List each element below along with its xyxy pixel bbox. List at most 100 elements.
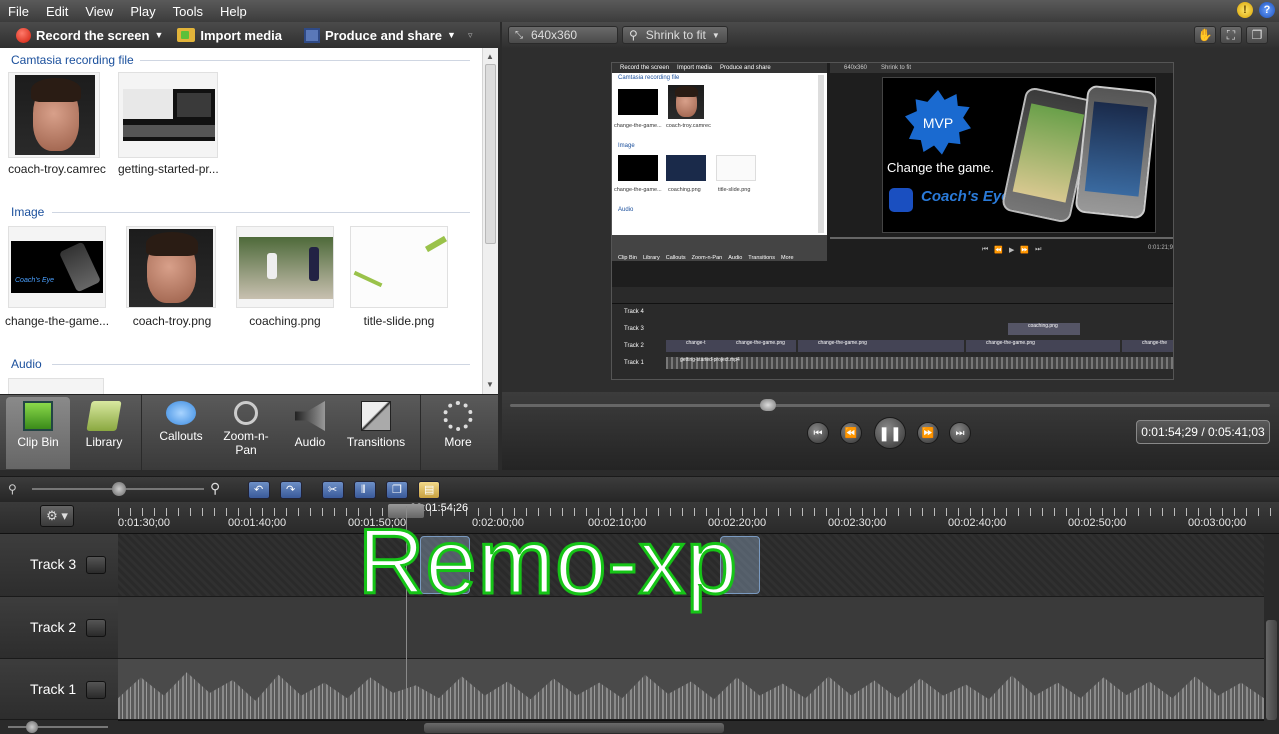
film-icon xyxy=(23,401,53,431)
fast-forward-icon: ⏩ xyxy=(921,427,935,439)
clip-thumbnail[interactable] xyxy=(350,226,448,308)
detach-button[interactable]: ❐ xyxy=(1246,26,1268,44)
clip-bin-scrollbar[interactable]: ▲ ▼ xyxy=(482,48,498,394)
scroll-down-icon[interactable]: ▼ xyxy=(486,380,494,389)
scrub-handle[interactable] xyxy=(760,399,776,411)
undo-button[interactable]: ↶ xyxy=(248,481,270,499)
vscroll-thumb[interactable] xyxy=(1266,620,1277,720)
track-header-1[interactable]: Track 1 xyxy=(0,659,118,720)
menu-view[interactable]: View xyxy=(77,4,122,19)
fullscreen-icon: ⛶ xyxy=(1226,27,1236,42)
track-lane-1[interactable] xyxy=(118,659,1264,720)
timeline-settings-button[interactable]: ⚙ ▾ xyxy=(40,505,74,527)
hscroll-thumb[interactable] xyxy=(424,723,724,733)
track-height-handle[interactable] xyxy=(26,721,38,733)
cut-button[interactable]: ✂ xyxy=(322,481,344,499)
pause-button[interactable]: ❚❚ xyxy=(874,417,906,449)
record-label: Record the screen xyxy=(36,27,150,43)
nested-timeline: Track 4 Track 3 Track 2 Track 1 coaching… xyxy=(612,287,1173,379)
timeline-toolbar: ⚲ ⚲ ↶ ↷ ✂ ⫴ ❐ ▤ xyxy=(0,476,1279,502)
zoom-out-icon[interactable]: ⚲ xyxy=(8,482,17,496)
rewind-button[interactable]: ⏪ xyxy=(840,422,862,444)
mvp-badge: MVP xyxy=(905,90,971,155)
promo-image: Coach's Eye xyxy=(11,241,103,293)
scrub-bar[interactable] xyxy=(510,404,1270,407)
track-header-2[interactable]: Track 2 xyxy=(0,597,118,659)
ruler-tick: 00:02:40;00 xyxy=(948,517,1007,529)
toolbar-overflow-icon[interactable]: ▿ xyxy=(468,30,473,41)
clip-thumbnail[interactable] xyxy=(118,72,218,158)
resize-icon: ⤡ xyxy=(515,29,523,41)
copy-button[interactable]: ❐ xyxy=(386,481,408,499)
menu-edit[interactable]: Edit xyxy=(38,4,77,19)
clip-label: change-the-game... xyxy=(4,314,110,328)
main-toolbar: Record the screen ▼ Import media Produce… xyxy=(0,22,500,48)
jump-start-button[interactable]: ⏮ xyxy=(807,422,829,444)
clip-thumbnail[interactable] xyxy=(126,226,216,308)
timeline-hscroll[interactable] xyxy=(118,720,1264,734)
app-icon xyxy=(889,188,913,212)
tab-callouts[interactable]: Callouts xyxy=(148,397,214,469)
tab-label: Audio xyxy=(294,435,326,449)
timeline-vscroll[interactable] xyxy=(1264,534,1279,734)
audio-waveform xyxy=(118,672,1264,719)
nested-produce-label: Produce and share xyxy=(720,65,771,71)
preview-canvas[interactable]: Record the screen Import media Produce a… xyxy=(502,48,1279,392)
lock-icon[interactable] xyxy=(86,619,106,637)
tab-more[interactable]: More xyxy=(426,397,490,469)
tab-transitions[interactable]: Transitions xyxy=(340,397,412,469)
menu-help[interactable]: Help xyxy=(212,4,256,19)
tab-audio[interactable]: Audio xyxy=(280,397,340,469)
nested-section-title: Audio xyxy=(618,207,634,213)
tab-zoom-n-pan[interactable]: Zoom-n-Pan xyxy=(214,397,278,469)
tab-label: Library xyxy=(85,435,123,449)
menu-file[interactable]: File xyxy=(0,4,38,19)
section-title-recording: Camtasia recording file xyxy=(11,53,134,67)
jump-end-button[interactable]: ⏭ xyxy=(949,422,971,444)
clip-bin-panel: Camtasia recording file coach-troy.camre… xyxy=(0,48,498,394)
track-header-3[interactable]: Track 3 xyxy=(0,534,118,597)
menu-play[interactable]: Play xyxy=(122,4,164,19)
scroll-thumb[interactable] xyxy=(485,64,496,244)
track-label: Track 2 xyxy=(30,619,77,635)
lightbulb-icon[interactable]: ! xyxy=(1237,2,1253,18)
paste-button[interactable]: ▤ xyxy=(418,481,440,499)
slogan-text: Change the game. xyxy=(887,160,994,175)
fullscreen-button[interactable]: ⛶ xyxy=(1220,26,1242,44)
pause-icon: ❚❚ xyxy=(878,424,902,441)
face-image xyxy=(129,229,213,307)
help-icon[interactable]: ? xyxy=(1259,2,1275,18)
fast-forward-button[interactable]: ⏩ xyxy=(917,422,939,444)
canvas-size-dropdown[interactable]: ⤡ 640x360 xyxy=(508,26,618,44)
folder-icon xyxy=(177,28,196,42)
import-media-button[interactable]: Import media xyxy=(173,28,292,43)
split-button[interactable]: ⫴ xyxy=(354,481,376,499)
menu-tools[interactable]: Tools xyxy=(165,4,212,19)
tab-label: Clip Bin xyxy=(17,435,59,449)
tab-label: Transitions xyxy=(346,435,406,449)
lock-icon[interactable] xyxy=(86,556,106,574)
clip-thumbnail[interactable]: Coach's Eye xyxy=(8,226,106,308)
record-screen-button[interactable]: Record the screen ▼ xyxy=(0,27,173,43)
zoom-dropdown[interactable]: ⚲ Shrink to fit ▼ xyxy=(622,26,728,44)
gear-icon: ⚙ ▾ xyxy=(46,508,68,523)
redo-button[interactable]: ↷ xyxy=(280,481,302,499)
track-height-slider[interactable] xyxy=(8,726,108,728)
tab-clip-bin[interactable]: Clip Bin xyxy=(6,397,70,469)
tab-library[interactable]: Library xyxy=(72,397,136,469)
section-title-audio: Audio xyxy=(11,357,42,371)
hand-tool-button[interactable]: ✋ xyxy=(1194,26,1216,44)
preview-toolbar: ⤡ 640x360 ⚲ Shrink to fit ▼ ✋ ⛶ ❐ xyxy=(502,22,1279,48)
clip-thumbnail[interactable] xyxy=(8,378,104,394)
skip-forward-icon: ⏭ xyxy=(955,427,965,439)
clip-thumbnail[interactable] xyxy=(236,226,334,308)
nested-section-title: Camtasia recording file xyxy=(618,75,680,81)
lock-icon[interactable] xyxy=(86,681,106,699)
redo-icon: ↷ xyxy=(286,484,296,496)
clip-thumbnail[interactable] xyxy=(8,72,100,158)
scroll-up-icon[interactable]: ▲ xyxy=(486,52,494,61)
produce-share-button[interactable]: Produce and share ▼ xyxy=(292,27,466,43)
nested-res-label: 640x360 xyxy=(844,65,868,71)
zoom-slider-handle[interactable] xyxy=(112,482,126,496)
zoom-in-icon[interactable]: ⚲ xyxy=(210,480,220,497)
